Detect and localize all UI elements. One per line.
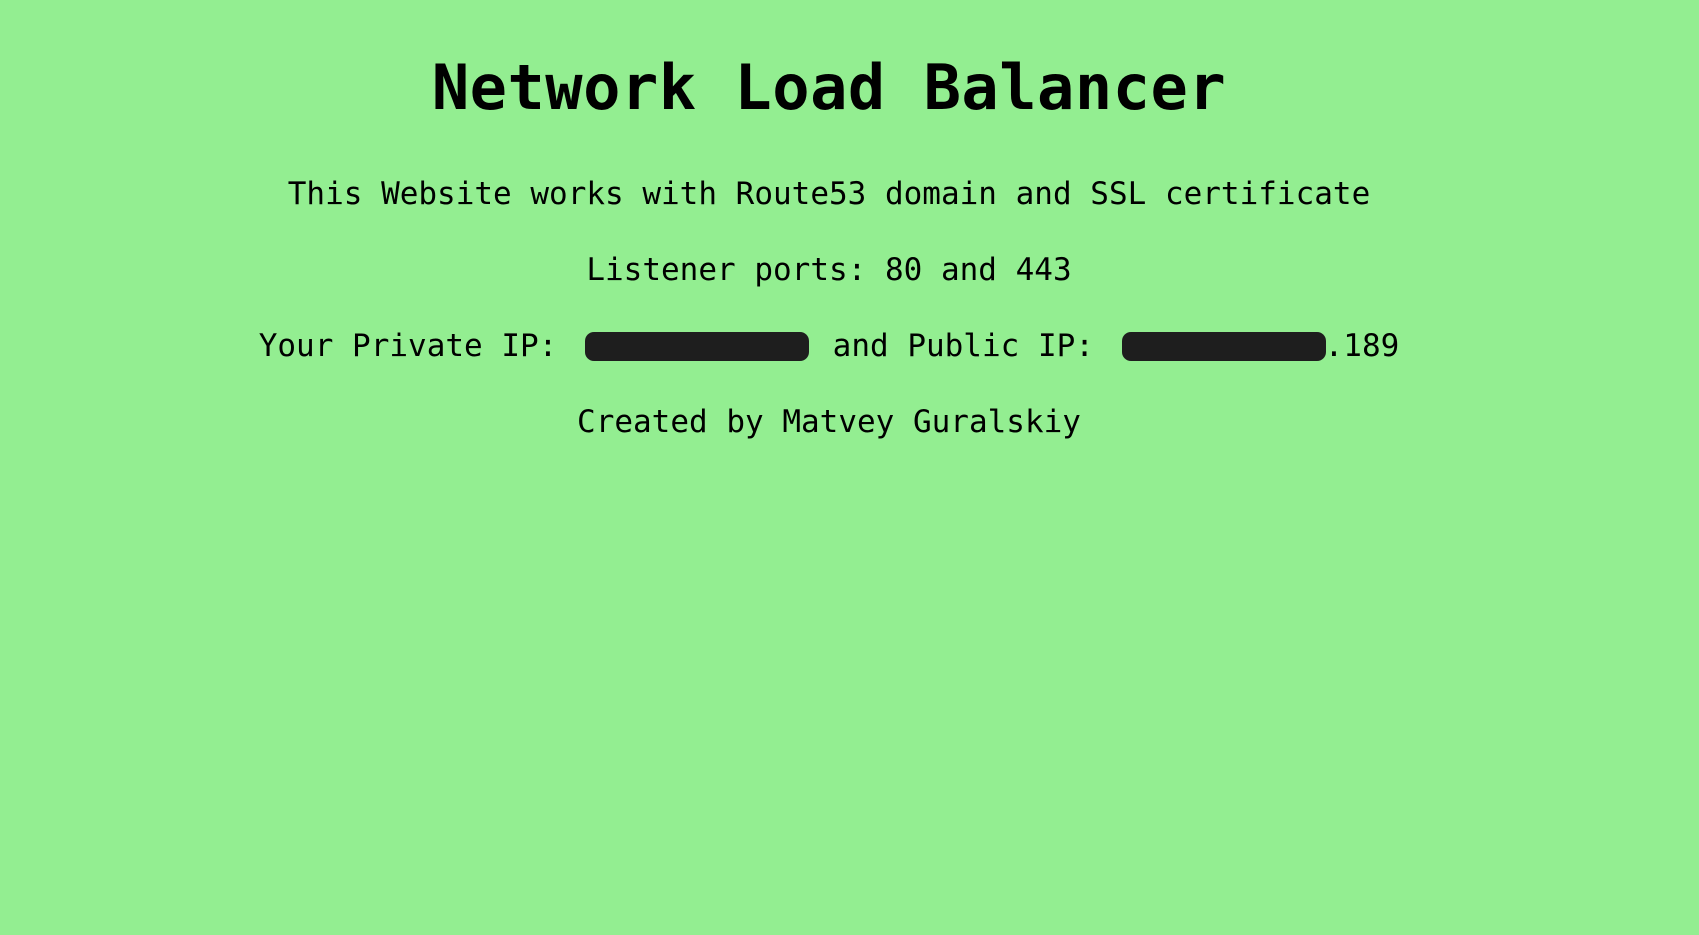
public-ip-label: and Public IP: — [814, 328, 1113, 364]
listener-ports-text: Listener ports: 80 and 443 — [586, 252, 1072, 288]
ip-line: Your Private IP: and Public IP: .189 — [0, 326, 1658, 366]
page: Network Load Balancer This Website works… — [0, 0, 1699, 935]
page-title: Network Load Balancer — [431, 51, 1227, 124]
description-text: This Website works with Route53 domain a… — [287, 176, 1371, 212]
credit-text: Created by Matvey Guralskiy — [577, 404, 1081, 440]
private-ip-label: Your Private IP: — [258, 328, 576, 364]
private-ip-redaction — [586, 333, 808, 360]
public-ip-suffix: .189 — [1324, 328, 1400, 364]
public-ip-redaction — [1122, 333, 1325, 360]
